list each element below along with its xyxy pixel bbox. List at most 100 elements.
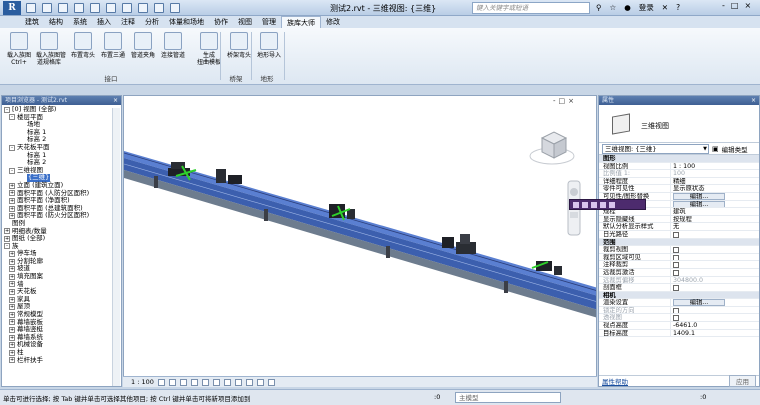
close-button[interactable]: × [744, 1, 751, 10]
expand-icon[interactable]: + [4, 228, 10, 235]
tab-7[interactable]: 协作 [209, 16, 233, 28]
property-value[interactable]: 无 [671, 223, 759, 230]
property-row[interactable]: 比例值 1: 100 [599, 170, 759, 178]
tree-item[interactable]: + 栏杆扶手 [4, 356, 121, 365]
collapse-icon[interactable]: - [9, 144, 15, 151]
viewport-restore-button[interactable]: □ [559, 97, 566, 105]
ribbon-button-1[interactable]: 载入族图管 道规格库 [36, 32, 66, 66]
tab-4[interactable]: 注释 [116, 16, 140, 28]
property-value[interactable]: 1409.1 [671, 330, 759, 337]
properties-help-link[interactable]: 属性帮助 [602, 376, 628, 386]
text-icon[interactable] [106, 3, 116, 13]
expand-icon[interactable]: + [9, 342, 15, 349]
property-value[interactable] [671, 231, 759, 238]
detail-level-icon[interactable] [157, 378, 165, 386]
expand-icon[interactable]: + [9, 273, 15, 280]
expand-icon[interactable]: + [9, 205, 15, 212]
property-checkbox[interactable] [673, 307, 679, 314]
apply-button[interactable]: 应用 [729, 375, 756, 387]
browser-scrollbar[interactable] [112, 108, 120, 386]
pipe-top-face[interactable] [124, 151, 597, 296]
property-value[interactable]: 编辑... [671, 192, 759, 200]
expand-icon[interactable]: + [9, 182, 15, 189]
property-value[interactable]: -6461.0 [671, 322, 759, 329]
property-checkbox[interactable] [673, 285, 679, 291]
expand-icon[interactable]: + [9, 311, 15, 318]
property-checkbox[interactable] [673, 315, 679, 322]
property-group[interactable]: 图形 [599, 155, 759, 163]
exchange-icon[interactable]: ✕ [662, 3, 668, 12]
property-value[interactable]: 建筑 [671, 208, 759, 215]
expand-icon[interactable]: + [9, 289, 15, 296]
property-checkbox[interactable] [673, 269, 679, 276]
property-row[interactable]: 远裁剪偏移 304800.0 [599, 276, 759, 285]
viewport-close-button[interactable]: × [568, 97, 574, 105]
render-icon[interactable] [201, 378, 209, 386]
property-row[interactable]: 裁剪视图 [599, 246, 759, 254]
property-row[interactable]: 视图比例 1 : 100 [599, 162, 759, 171]
star-icon[interactable]: ☆ [610, 3, 617, 12]
property-value[interactable]: 304800.0 [671, 277, 759, 284]
measure-icon[interactable] [90, 3, 100, 13]
3d-viewport[interactable] [123, 95, 597, 387]
property-row[interactable]: 详细程度 精细 [599, 177, 759, 186]
property-value[interactable]: 精细 [671, 178, 759, 185]
expand-icon[interactable]: + [9, 357, 15, 364]
property-row[interactable]: 视点高度 -6461.0 [599, 322, 759, 330]
viewport-minimize-button[interactable]: - [553, 97, 556, 105]
open-icon[interactable] [26, 3, 36, 13]
lock-3d-icon[interactable] [234, 378, 242, 386]
tab-8[interactable]: 视图 [233, 16, 257, 28]
expand-icon[interactable]: + [9, 258, 15, 265]
collapse-icon[interactable]: - [9, 114, 15, 121]
property-value[interactable]: 编辑... [671, 299, 759, 306]
save-icon[interactable] [42, 3, 52, 13]
tree-item[interactable]: 场地 [4, 121, 121, 129]
model-scene[interactable] [124, 96, 597, 387]
ribbon-button-7[interactable]: 桥架弯头 [226, 32, 252, 59]
tree-item[interactable]: - 三维视图 [4, 166, 121, 175]
tab-10[interactable]: 族库大师 [281, 15, 321, 29]
property-value[interactable] [671, 284, 759, 291]
sun-path-icon[interactable] [179, 378, 187, 386]
property-row[interactable]: 裁剪区域可见 [599, 253, 759, 262]
isolate-icon[interactable] [591, 201, 597, 208]
pipe-front-face[interactable] [124, 158, 597, 310]
hide-icon[interactable] [600, 201, 606, 208]
ribbon-button-3[interactable]: 布置三通 [100, 32, 126, 59]
tree-item[interactable]: - 天花板平面 [4, 143, 121, 152]
user-icon[interactable]: ● [624, 3, 631, 12]
redo-icon[interactable] [74, 3, 84, 13]
edit-button[interactable]: 编辑... [673, 200, 725, 208]
edit-type-button[interactable]: 编辑类型 [722, 144, 748, 154]
property-row[interactable]: 渲染设置 编辑... [599, 299, 759, 307]
property-checkbox[interactable] [673, 254, 679, 261]
property-row[interactable]: 零件可见性 显示原状态 [599, 185, 759, 193]
close-hidden-icon[interactable] [170, 3, 180, 13]
selection-filter-count[interactable]: :0 [700, 393, 706, 401]
property-row[interactable]: 剖面框 [599, 284, 759, 292]
edit-type-icon[interactable]: ▣ [712, 145, 719, 153]
property-row[interactable]: 显示隐藏线 按规程 [599, 215, 759, 224]
tab-3[interactable]: 插入 [92, 16, 116, 28]
visual-style-icon[interactable] [168, 378, 176, 386]
section-icon[interactable] [138, 3, 148, 13]
minimize-button[interactable]: - [722, 1, 725, 10]
property-value[interactable]: 1 : 100 [671, 163, 759, 170]
tree-item[interactable]: + 图纸 (全部) [4, 234, 121, 243]
property-checkbox[interactable] [673, 247, 679, 253]
property-row[interactable]: 目标高度 1409.1 [599, 329, 759, 338]
show-crop-icon[interactable] [223, 378, 231, 386]
ribbon-button-8[interactable]: 地形导入 [256, 32, 282, 59]
collapse-icon[interactable]: - [4, 106, 10, 113]
property-value[interactable] [671, 246, 759, 253]
expand-icon[interactable]: + [9, 334, 15, 341]
ribbon-button-4[interactable]: 管道夹角 [130, 32, 156, 59]
property-group[interactable]: 相机 [599, 291, 759, 300]
fitting-2[interactable] [216, 169, 242, 184]
property-value[interactable] [671, 307, 759, 314]
tab-6[interactable]: 体量和场地 [164, 16, 209, 28]
collapse-icon[interactable]: - [4, 243, 10, 250]
property-row[interactable]: 注释裁剪 [599, 261, 759, 269]
property-value[interactable]: 按规程 [671, 216, 759, 223]
